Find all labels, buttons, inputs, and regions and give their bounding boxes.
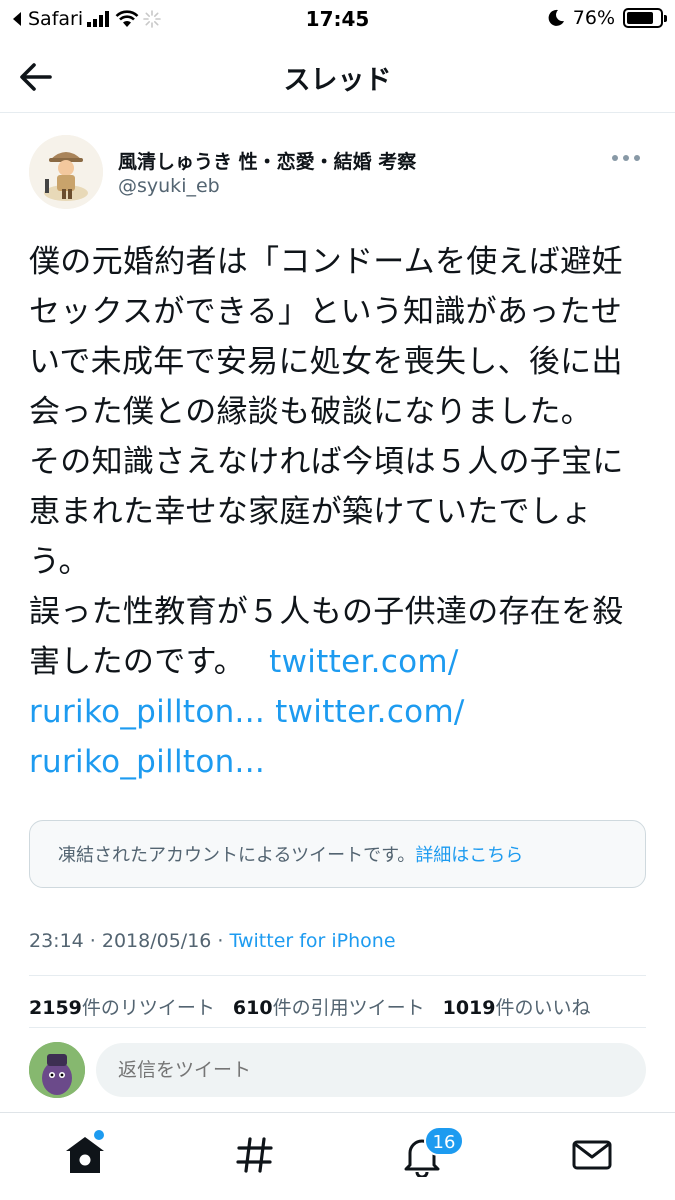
divider xyxy=(29,975,646,976)
tweet-line: 恵まれた幸せな家庭が築けていたでしょ xyxy=(29,494,593,530)
author-handle[interactable]: @syuki_eb xyxy=(118,175,220,197)
tweet-line-with-link: 害したのです。 twitter.com/ xyxy=(29,637,649,687)
tab-messages[interactable] xyxy=(570,1133,614,1177)
tweet-link[interactable]: twitter.com/ xyxy=(269,644,459,680)
status-right: 76% xyxy=(547,7,667,29)
likes-label: 件のいいね xyxy=(495,997,591,1019)
tweet-line: う。 xyxy=(29,544,90,580)
tweet-line: 僕の元婚約者は「コンドームを使えば避妊 xyxy=(29,244,623,280)
tweet-meta: 23:14 · 2018/05/16 · Twitter for iPhone xyxy=(29,930,396,952)
tweet-text: 僕の元婚約者は「コンドームを使えば避妊 セックスができる」という知識があったせ … xyxy=(29,237,649,787)
tweet-timestamp: 23:14 · 2018/05/16 · xyxy=(29,930,230,952)
tweet-line: 会った僕との縁談も破談になりました。 xyxy=(29,394,593,430)
tweet-link[interactable]: twitter.com/ xyxy=(275,694,465,730)
suspended-notice: 凍結されたアカウントによるツイートです。 xyxy=(58,845,416,866)
learn-more-link[interactable]: 詳細はこちら xyxy=(415,845,523,866)
tweet-line-links: ruriko_pillton... xyxy=(29,737,649,787)
likes-stat[interactable]: 1019件のいいね xyxy=(443,993,591,1020)
quotes-count: 610 xyxy=(232,997,273,1019)
author-avatar[interactable] xyxy=(29,135,103,209)
battery-icon xyxy=(623,8,667,28)
quotes-label: 件の引用ツイート xyxy=(272,997,425,1019)
tweet-line: いで未成年で安易に処女を喪失し、後に出 xyxy=(29,344,623,380)
tab-explore[interactable] xyxy=(233,1133,277,1177)
tweet-line: 害したのです。 xyxy=(29,644,245,680)
author-name[interactable]: 風清しゅうき 性・恋愛・結婚 考察 xyxy=(118,147,416,174)
tweet-line: その知識さえなければ今頃は５人の子宝に xyxy=(29,444,624,480)
suspended-tweet-card: 凍結されたアカウントによるツイートです。詳細はこちら xyxy=(29,820,646,888)
tweet-line: 誤った性教育が５人もの子供達の存在を殺 xyxy=(29,594,624,630)
header-divider xyxy=(0,112,675,113)
retweets-stat[interactable]: 2159件のリツイート xyxy=(29,993,215,1020)
quotes-stat[interactable]: 610件の引用ツイート xyxy=(233,993,425,1020)
home-unread-dot xyxy=(94,1130,104,1140)
current-user-avatar[interactable] xyxy=(29,1042,85,1098)
more-icon-dot xyxy=(623,155,629,161)
more-icon-dot xyxy=(634,155,640,161)
status-bar: Safari 17:45 76% xyxy=(0,0,675,38)
tweet-stats: 2159件のリツイート 610件の引用ツイート 1019件のいいね xyxy=(29,993,591,1020)
retweets-count: 2159 xyxy=(29,997,82,1019)
notification-badge: 16 xyxy=(424,1126,464,1156)
moon-icon xyxy=(548,9,564,26)
explorer-illustration-icon xyxy=(29,135,103,209)
more-icon xyxy=(612,155,618,161)
battery-percent: 76% xyxy=(572,7,615,29)
envelope-icon xyxy=(572,1140,612,1170)
more-button[interactable] xyxy=(612,150,646,166)
tweet-line-links: ruriko_pillton... twitter.com/ xyxy=(29,687,649,737)
retweets-label: 件のリツイート xyxy=(81,997,215,1019)
tweet-source-link[interactable]: Twitter for iPhone xyxy=(230,930,396,952)
likes-count: 1019 xyxy=(442,997,496,1019)
tweet-link[interactable]: ruriko_pillton... xyxy=(29,744,265,780)
user-avatar-illustration-icon xyxy=(29,1042,85,1098)
thread-header: スレッド xyxy=(0,40,675,113)
tweet-line: セックスができる」という知識があったせ xyxy=(29,294,623,330)
hashtag-icon xyxy=(236,1137,273,1173)
reply-input[interactable] xyxy=(96,1043,646,1097)
divider xyxy=(29,1027,646,1028)
tweet-link[interactable]: ruriko_pillton... xyxy=(29,694,265,730)
tabbar-divider xyxy=(0,1112,675,1113)
page-title: スレッド xyxy=(283,65,392,96)
